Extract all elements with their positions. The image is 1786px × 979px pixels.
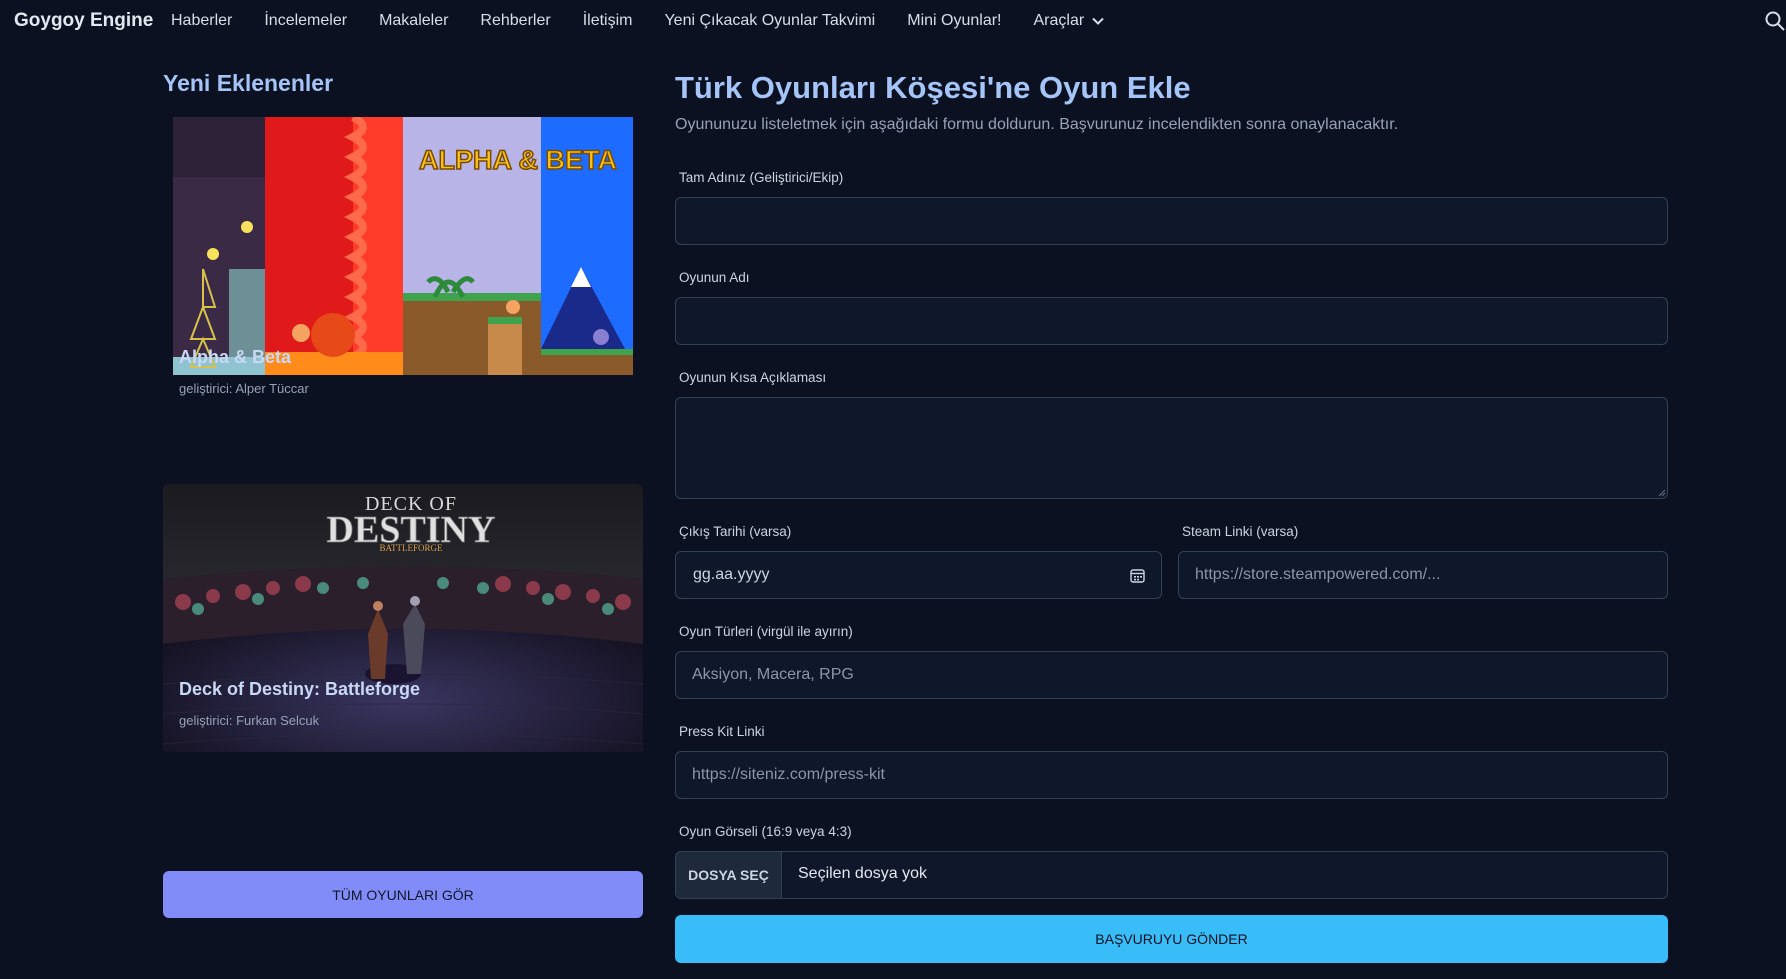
nav-link-incelemeler[interactable]: İncelemeler (264, 12, 347, 30)
game-image-alpha-beta[interactable]: ALPHA & BETA (173, 117, 633, 375)
game-title[interactable]: Deck of Destiny: Battleforge (179, 679, 420, 700)
game-name-label: Oyunun Adı (679, 270, 750, 285)
nav-link-mini-oyunlar[interactable]: Mini Oyunlar! (907, 12, 1001, 30)
page-subtitle: Oyununuzu listeletmek için aşağıdaki for… (675, 116, 1399, 133)
calendar-icon[interactable] (1130, 568, 1145, 583)
top-navbar: Goygoy Engine Haberler İncelemeler Makal… (0, 0, 1786, 42)
game-title[interactable]: Alpha & Beta (179, 347, 291, 368)
submit-game-form: Türk Oyunları Köşesi'ne Oyun Ekle Oyunun… (675, 70, 1668, 963)
nav-dropdown-label: Araçlar (1033, 12, 1085, 29)
steam-link-input[interactable] (1178, 551, 1668, 599)
all-games-button[interactable]: TÜM OYUNLARI GÖR (163, 871, 643, 918)
page-title: Türk Oyunları Köşesi'ne Oyun Ekle (675, 70, 1191, 105)
recent-games-sidebar: Yeni Eklenenler ALPHA & BETA Alpha & Bet… (163, 70, 643, 918)
name-input[interactable] (675, 197, 1668, 245)
game-developer: geliştirici: Furkan Selcuk (179, 713, 320, 728)
deck-logo-line3: BATTLEFORGE (380, 543, 444, 553)
release-date-value: gg.aa.yyyy (693, 566, 770, 583)
search-icon[interactable] (1764, 10, 1786, 32)
description-label: Oyunun Kısa Açıklaması (679, 370, 827, 385)
resize-grip-icon[interactable] (1658, 489, 1666, 497)
game-developer: geliştirici: Alper Tüccar (179, 381, 309, 396)
name-label: Tam Adınız (Geliştirici/Ekip) (679, 170, 844, 185)
release-date-input[interactable]: gg.aa.yyyy (675, 551, 1162, 599)
nav-link-iletisim[interactable]: İletişim (583, 12, 633, 30)
press-kit-input[interactable] (675, 751, 1668, 799)
sidebar-title: Yeni Eklenenler (163, 70, 334, 96)
game-image-label: Oyun Görseli (16:9 veya 4:3) (679, 824, 852, 839)
nav-link-rehberler[interactable]: Rehberler (480, 12, 550, 30)
description-textarea[interactable] (675, 397, 1668, 499)
game-image-deck-of-destiny[interactable]: DECK OF DESTINY BATTLEFORGE (163, 484, 643, 752)
nav-link-haberler[interactable]: Haberler (171, 12, 232, 30)
alpha-beta-logo-text: ALPHA & BETA (419, 145, 617, 175)
description-wrapper (675, 397, 1668, 499)
press-kit-label: Press Kit Linki (679, 724, 765, 739)
nav-link-takvim[interactable]: Yeni Çıkacak Oyunlar Takvimi (664, 12, 875, 30)
brand-logo[interactable]: Goygoy Engine (14, 10, 153, 32)
nav-link-makaleler[interactable]: Makaleler (379, 12, 448, 30)
chevron-down-icon (1092, 17, 1104, 25)
genres-input[interactable] (675, 651, 1668, 699)
file-status-text: Seçilen dosya yok (798, 865, 927, 882)
game-name-input[interactable] (675, 297, 1668, 345)
file-upload-field[interactable]: DOSYA SEÇ Seçilen dosya yok (675, 851, 1668, 899)
steam-link-label: Steam Linki (varsa) (1182, 524, 1299, 539)
submit-application-button[interactable]: BAŞVURUYU GÖNDER (675, 915, 1668, 963)
release-date-label: Çıkış Tarihi (varsa) (679, 524, 792, 539)
genres-label: Oyun Türleri (virgül ile ayırın) (679, 624, 853, 639)
nav-dropdown-araclar[interactable]: Araçlar (1033, 12, 1104, 30)
choose-file-button[interactable]: DOSYA SEÇ (676, 852, 782, 898)
nav-links: Haberler İncelemeler Makaleler Rehberler… (171, 12, 1136, 30)
